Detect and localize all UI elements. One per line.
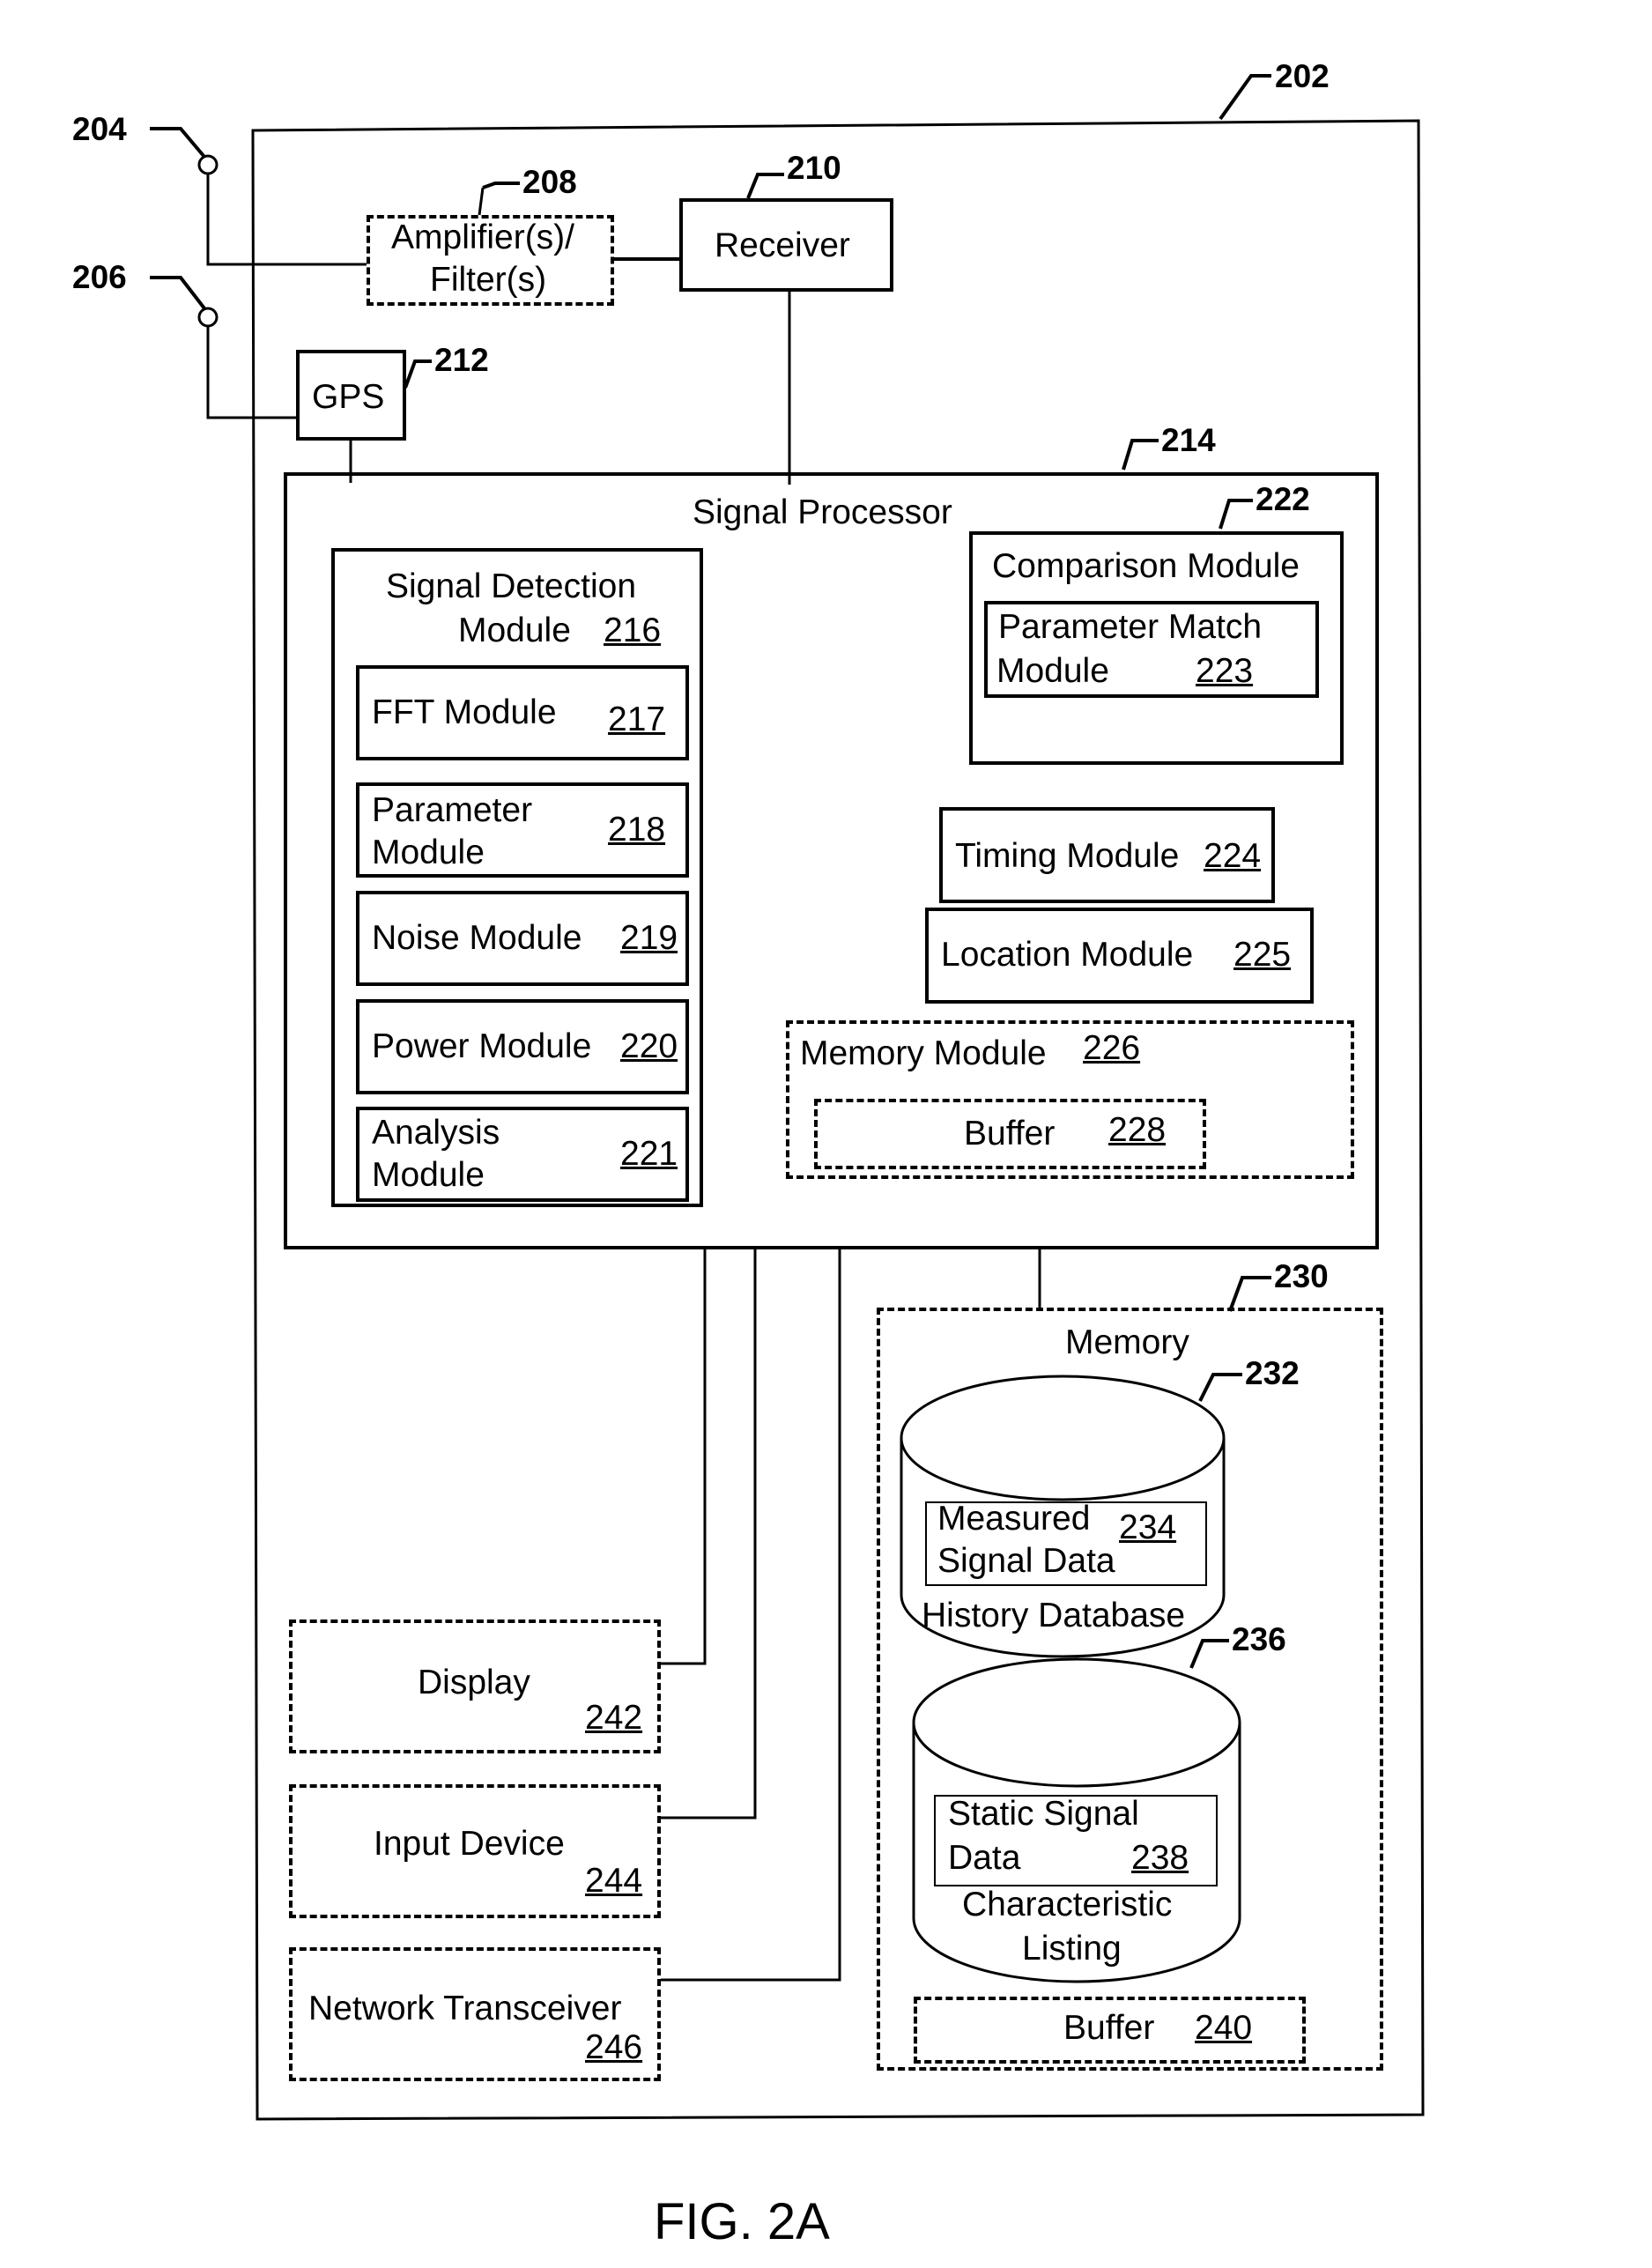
buffer-228-label: Buffer [964, 1115, 1056, 1153]
amplifier-filter-block: Amplifier(s)/ Filter(s) [367, 215, 614, 306]
ssd-ref: 238 [1131, 1839, 1189, 1877]
gps-block: GPS [296, 350, 406, 441]
analysis-line1: Analysis [372, 1114, 500, 1152]
callout-212: 212 [434, 342, 489, 378]
input-device-label: Input Device [374, 1825, 565, 1863]
display-ref: 242 [585, 1699, 643, 1737]
gps-label: GPS [312, 378, 385, 416]
memory-label: Memory [1065, 1323, 1189, 1361]
power-label: Power Module [372, 1027, 592, 1065]
input-device-block: Input Device 244 [289, 1784, 661, 1918]
callout-206: 206 [72, 259, 127, 295]
power-ref: 220 [620, 1027, 678, 1065]
buffer-240-ref: 240 [1195, 2009, 1253, 2047]
network-ref: 246 [585, 2028, 643, 2066]
memory-module-label: Memory Module [800, 1034, 1047, 1072]
ssd-line2: Data [948, 1839, 1021, 1877]
noise-ref: 219 [620, 919, 678, 957]
noise-module: Noise Module 219 [356, 891, 689, 986]
static-signal-data: Static Signal Data 238 [934, 1795, 1218, 1886]
input-device-ref: 244 [585, 1862, 643, 1900]
msd-ref: 234 [1119, 1508, 1177, 1546]
callout-214: 214 [1161, 422, 1216, 458]
param-line1: Parameter [372, 791, 533, 829]
receiver-block: Receiver [679, 198, 893, 292]
analysis-module: Analysis Module 221 [356, 1107, 689, 1202]
timing-ref: 224 [1204, 837, 1262, 875]
characteristic-line2: Listing [1022, 1930, 1122, 1968]
noise-label: Noise Module [372, 919, 582, 957]
buffer-228: Buffer 228 [814, 1099, 1206, 1169]
fft-module: FFT Module 217 [356, 665, 689, 760]
sdm-ref: 216 [604, 611, 662, 649]
pm-line1: Parameter Match [998, 608, 1263, 646]
characteristic-line1: Characteristic [962, 1886, 1173, 1923]
fft-label: FFT Module [372, 693, 557, 731]
memory-block: Memory [877, 1308, 1383, 2071]
msd-line1: Measured [937, 1500, 1091, 1538]
sdm-line1: Signal Detection [386, 567, 637, 605]
fft-ref: 217 [608, 700, 666, 738]
parameter-module: Parameter Module 218 [356, 782, 689, 878]
power-module: Power Module 220 [356, 999, 689, 1094]
param-line2: Module [372, 834, 485, 871]
callout-204: 204 [72, 111, 127, 147]
comparison-label: Comparison Module [992, 547, 1300, 585]
parameter-match-module: Parameter Match Module 223 [984, 601, 1319, 698]
callout-210: 210 [787, 150, 841, 186]
network-label: Network Transceiver [308, 1990, 622, 2027]
sdm-line2: Module [458, 611, 571, 649]
timing-module: Timing Module 224 [939, 807, 1275, 903]
buffer-240: Buffer 240 [914, 1997, 1306, 2064]
figure-caption: FIG. 2A [654, 2193, 830, 2250]
callout-208: 208 [522, 164, 577, 200]
buffer-228-ref: 228 [1108, 1111, 1167, 1149]
memory-module-ref: 226 [1083, 1029, 1141, 1067]
measured-signal-data: Measured Signal Data 234 [925, 1500, 1207, 1586]
antenna-204-icon [197, 154, 219, 175]
display-block: Display 242 [289, 1619, 661, 1753]
analysis-ref: 221 [620, 1135, 678, 1173]
ssd-line1: Static Signal [948, 1795, 1139, 1833]
pm-ref: 223 [1196, 652, 1254, 690]
buffer-240-label: Buffer [1063, 2009, 1155, 2047]
timing-label: Timing Module [955, 837, 1180, 875]
display-label: Display [418, 1664, 530, 1701]
location-module: Location Module 225 [925, 908, 1314, 1004]
receiver-label: Receiver [715, 226, 850, 264]
param-ref: 218 [608, 811, 666, 849]
msd-line2: Signal Data [937, 1542, 1115, 1580]
callout-202: 202 [1275, 58, 1330, 94]
amp-line1: Amplifier(s)/ [391, 219, 575, 256]
location-ref: 225 [1233, 936, 1292, 974]
history-db-label: History Database [922, 1597, 1186, 1634]
callout-230: 230 [1274, 1258, 1329, 1294]
antenna-206-icon [197, 307, 219, 328]
signal-processor-label: Signal Processor [693, 493, 952, 531]
pm-line2: Module [996, 652, 1109, 690]
network-transceiver-block: Network Transceiver 246 [289, 1947, 661, 2081]
location-label: Location Module [941, 936, 1194, 974]
amp-line2: Filter(s) [430, 261, 547, 299]
analysis-line2: Module [372, 1156, 485, 1194]
